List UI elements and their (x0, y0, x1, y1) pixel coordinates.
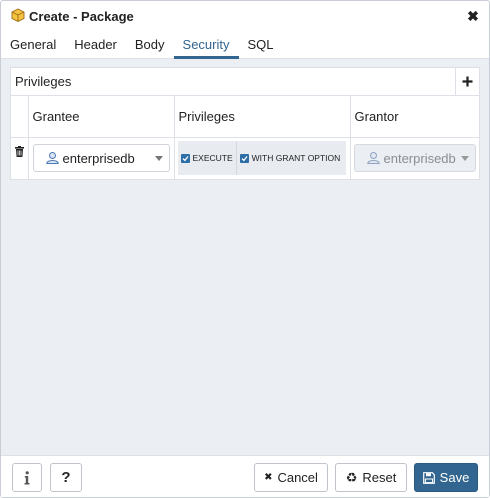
privileges-panel: Privileges Grantee Privileges Grantor en… (10, 67, 480, 180)
privileges-panel-title: Privileges (15, 74, 72, 89)
add-row-button[interactable] (455, 67, 479, 96)
create-package-dialog: Create - Package ✖ General Header Body S… (0, 0, 490, 498)
save-button[interactable]: Save (414, 463, 478, 492)
column-header-grantee: Grantee (28, 96, 175, 138)
privileges-cell: EXECUTE WITH GRANT OPTION (174, 137, 351, 180)
help-button[interactable]: ? (50, 463, 82, 492)
tab-sql[interactable]: SQL (239, 32, 283, 59)
user-icon (45, 152, 59, 164)
close-icon[interactable]: ✖ (466, 8, 480, 24)
save-icon (422, 471, 435, 484)
package-icon (11, 8, 25, 25)
delete-cell (11, 137, 29, 180)
with-grant-option-checkbox[interactable] (239, 153, 249, 163)
privileges-table: Grantee Privileges Grantor enterprisedb … (11, 96, 479, 180)
plus-icon (462, 76, 473, 87)
close-icon: ✖ (264, 472, 273, 483)
privilege-label: WITH GRANT OPTION (251, 153, 341, 163)
help-label: ? (61, 469, 71, 486)
user-icon (366, 152, 380, 164)
privileges-panel-header: Privileges (11, 67, 479, 96)
chevron-down-icon (461, 156, 469, 161)
grantee-select[interactable]: enterprisedb (32, 144, 170, 172)
tab-body[interactable]: Body (126, 32, 174, 59)
dialog-footer: ? ✖ Cancel ♻ Reset Save (1, 455, 489, 497)
grantee-cell: enterprisedb (28, 137, 175, 180)
column-header-privileges: Privileges (174, 96, 351, 138)
privilege-with-grant-option: WITH GRANT OPTION (237, 141, 344, 175)
execute-checkbox[interactable] (180, 153, 190, 163)
privilege-label: EXECUTE (192, 153, 233, 163)
column-header-grantor: Grantor (350, 96, 479, 138)
tab-security[interactable]: Security (173, 32, 239, 59)
tab-general[interactable]: General (1, 32, 65, 59)
trash-icon[interactable] (14, 145, 24, 160)
tab-header[interactable]: Header (65, 32, 126, 59)
table-row: enterprisedb EXECUTE WITH GRANT OPTION e… (11, 137, 479, 180)
grantor-cell: enterprisedb (350, 137, 479, 180)
grantor-select: enterprisedb (353, 144, 476, 172)
info-icon (24, 470, 30, 484)
table-header-row: Grantee Privileges Grantor (11, 96, 479, 138)
delete-column-header (11, 96, 29, 138)
save-label: Save (439, 470, 470, 485)
privileges-checkbox-group: EXECUTE WITH GRANT OPTION (177, 141, 346, 175)
tab-content: Privileges Grantee Privileges Grantor en… (1, 59, 489, 455)
reset-button[interactable]: ♻ Reset (335, 463, 407, 492)
cancel-label: Cancel (277, 470, 318, 485)
dialog-titlebar[interactable]: Create - Package ✖ (1, 1, 489, 32)
reset-label: Reset (362, 470, 397, 485)
grantee-value: enterprisedb (62, 150, 135, 166)
dialog-title: Create - Package (29, 9, 134, 24)
recycle-icon: ♻ (345, 469, 358, 485)
tab-bar: General Header Body Security SQL (1, 32, 489, 59)
grantor-value: enterprisedb (383, 150, 456, 166)
info-button[interactable] (12, 463, 42, 492)
privilege-execute: EXECUTE (178, 141, 237, 175)
chevron-down-icon (154, 156, 163, 161)
cancel-button[interactable]: ✖ Cancel (254, 463, 328, 492)
